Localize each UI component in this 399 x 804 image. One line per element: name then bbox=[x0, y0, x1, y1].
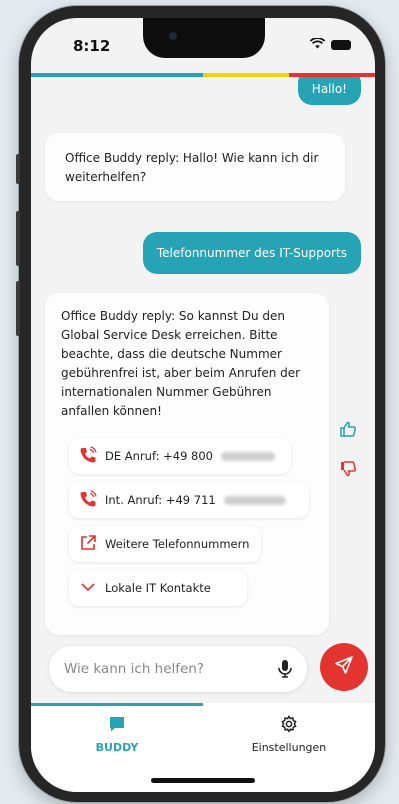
redacted-number bbox=[223, 495, 286, 505]
action-label: Int. Anruf: +49 711 bbox=[105, 493, 216, 507]
chat-area[interactable]: Hallo! Office Buddy reply: Hallo! Wie ka… bbox=[31, 77, 375, 641]
tab-label: Einstellungen bbox=[251, 741, 327, 754]
user-message: Telefonnummer des IT-Supports bbox=[142, 232, 361, 274]
home-indicator bbox=[151, 778, 255, 783]
call-de-button[interactable]: DE Anruf: +49 800 bbox=[69, 438, 291, 474]
phone-icon bbox=[79, 489, 97, 511]
phone-icon bbox=[79, 445, 97, 467]
battery-icon bbox=[331, 40, 351, 50]
send-button[interactable] bbox=[320, 643, 368, 691]
microphone-icon[interactable] bbox=[277, 659, 293, 683]
action-label: DE Anruf: +49 800 bbox=[105, 449, 213, 463]
volume-up-button bbox=[16, 211, 20, 266]
thumbs-down-icon[interactable] bbox=[339, 460, 357, 482]
chat-icon bbox=[108, 717, 126, 737]
wifi-icon bbox=[309, 37, 326, 52]
tab-buddy[interactable]: BUDDY bbox=[31, 715, 203, 754]
app-screen: 8:12 Hallo! Office Buddy reply: Hallo! W… bbox=[31, 18, 375, 792]
message-text: Telefonnummer des IT-Supports bbox=[156, 246, 347, 260]
local-it-contacts-button[interactable]: Lokale IT Kontakte bbox=[69, 570, 247, 606]
active-tab-indicator bbox=[31, 703, 203, 706]
redacted-number bbox=[221, 451, 275, 461]
action-label: Weitere Telefonnummern bbox=[105, 537, 250, 551]
chevron-down-icon bbox=[79, 578, 97, 599]
status-time: 8:12 bbox=[73, 37, 111, 55]
message-input[interactable]: Wie kann ich helfen? bbox=[49, 646, 307, 692]
camera-icon bbox=[169, 32, 177, 40]
tab-einstellungen[interactable]: Einstellungen bbox=[203, 715, 375, 754]
volume-down-button bbox=[16, 281, 20, 336]
message-text: Office Buddy reply: So kannst Du den Glo… bbox=[61, 309, 301, 418]
tab-label: BUDDY bbox=[95, 741, 139, 754]
message-text: Office Buddy reply: Hallo! Wie kann ich … bbox=[65, 151, 319, 184]
gear-icon bbox=[280, 715, 298, 737]
status-icons bbox=[309, 37, 351, 52]
call-int-button[interactable]: Int. Anruf: +49 711 bbox=[69, 482, 309, 518]
thumbs-up-icon[interactable] bbox=[339, 420, 357, 442]
external-link-icon bbox=[79, 534, 97, 555]
mute-switch bbox=[16, 154, 20, 184]
bot-message: Office Buddy reply: Hallo! Wie kann ich … bbox=[45, 133, 345, 201]
tab-bar: BUDDY Einstellungen bbox=[31, 703, 375, 792]
user-message: Hallo! bbox=[297, 77, 361, 105]
send-icon bbox=[334, 655, 354, 679]
action-label: Lokale IT Kontakte bbox=[105, 581, 211, 595]
composer: Wie kann ich helfen? bbox=[31, 641, 375, 703]
message-text: Hallo! bbox=[311, 82, 347, 96]
input-placeholder: Wie kann ich helfen? bbox=[64, 661, 205, 677]
more-numbers-button[interactable]: Weitere Telefonnummern bbox=[69, 526, 261, 562]
notch bbox=[143, 18, 265, 58]
